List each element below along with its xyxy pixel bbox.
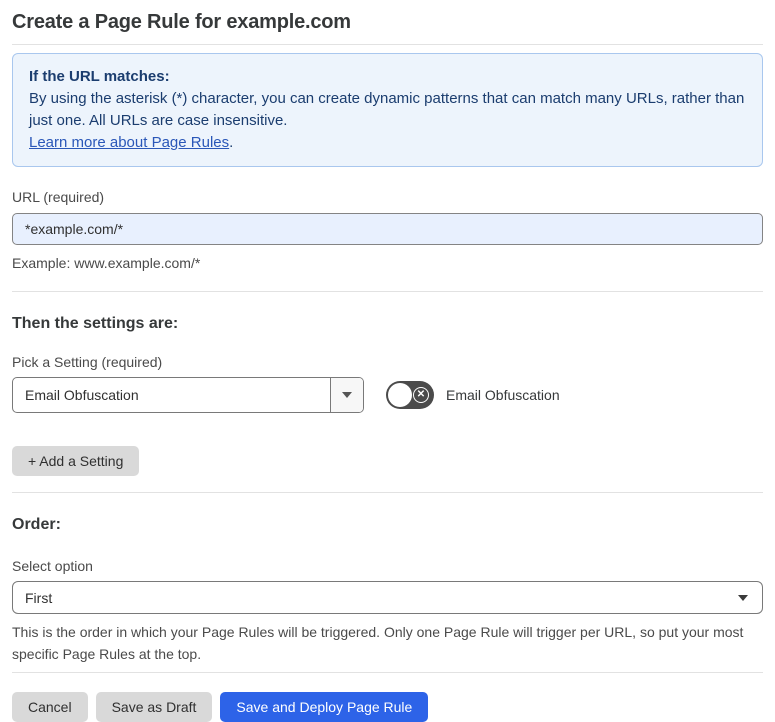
setting-select-arrow-button[interactable] — [330, 378, 363, 412]
add-setting-button[interactable]: + Add a Setting — [12, 446, 140, 476]
toggle-knob — [388, 383, 412, 407]
order-select-label: Select option — [12, 558, 93, 574]
page-title: Create a Page Rule for example.com — [12, 11, 351, 33]
divider — [12, 44, 763, 45]
divider — [12, 492, 763, 493]
url-field-label: URL (required) — [12, 189, 105, 205]
save-deploy-button[interactable]: Save and Deploy Page Rule — [220, 692, 429, 722]
divider — [12, 672, 763, 673]
learn-more-link[interactable]: Learn more about Page Rules — [29, 134, 229, 151]
info-box-body: By using the asterisk (*) character, you… — [29, 90, 745, 129]
setting-select-value: Email Obfuscation — [25, 387, 139, 403]
pick-setting-label: Pick a Setting (required) — [12, 354, 163, 370]
url-example-helper: Example: www.example.com/* — [12, 255, 201, 271]
url-input[interactable] — [12, 213, 763, 245]
info-box-heading: If the URL matches: — [29, 68, 170, 85]
create-page-rule-form: Create a Page Rule for example.com If th… — [0, 0, 775, 722]
save-draft-button[interactable]: Save as Draft — [95, 692, 213, 722]
order-section-heading: Order: — [12, 516, 61, 533]
settings-section-heading: Then the settings are: — [12, 315, 179, 332]
chevron-down-icon — [342, 392, 352, 398]
footer-actions: Cancel Save as Draft Save and Deploy Pag… — [12, 692, 763, 722]
setting-select[interactable]: Email Obfuscation — [12, 377, 364, 413]
email-obfuscation-toggle[interactable]: ✕ — [386, 381, 434, 409]
order-select-value: First — [25, 589, 53, 606]
order-helper-text: This is the order in which your Page Rul… — [12, 624, 744, 662]
toggle-label: Email Obfuscation — [446, 387, 560, 403]
order-select[interactable]: First — [12, 581, 763, 614]
setting-picker-row: Email Obfuscation ✕ Email Obfuscation — [12, 377, 763, 413]
toggle-off-icon: ✕ — [413, 387, 429, 403]
url-match-info-box: If the URL matches: By using the asteris… — [12, 53, 763, 167]
cancel-button[interactable]: Cancel — [12, 692, 88, 722]
divider — [12, 291, 763, 292]
info-link-line: Learn more about Page Rules. — [29, 132, 746, 154]
link-period: . — [229, 134, 234, 151]
chevron-down-icon — [738, 594, 748, 601]
